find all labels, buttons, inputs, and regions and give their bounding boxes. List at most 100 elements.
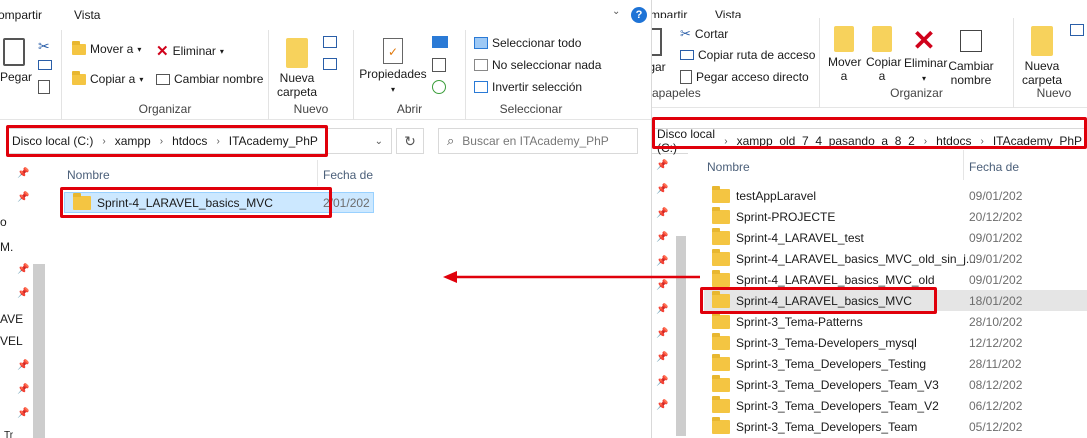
chevron-right-icon[interactable]: › [720, 136, 731, 147]
nav-item[interactable]: M. [0, 240, 13, 254]
nav-scrollbar-thumb[interactable] [33, 264, 45, 438]
nav-item[interactable]: Tr [4, 430, 13, 438]
list-item[interactable]: Sprint-3_Tema_Developers_Team_V2 06/12/20… [704, 395, 1087, 416]
file-date: 05/12/202 [969, 419, 1023, 434]
nav-item[interactable]: o [0, 215, 7, 229]
clipboard-icon [652, 28, 662, 56]
nav-item[interactable]: VEL [0, 334, 23, 348]
copy-to-label: Copiar a [90, 72, 136, 86]
file-date: 20/12/202 [969, 209, 1023, 224]
breadcrumb-xampp[interactable]: xampp [110, 134, 156, 148]
chevron-right-icon[interactable]: › [920, 136, 931, 147]
nav-item[interactable]: AVE [0, 312, 23, 326]
new-folder-button[interactable]: Nueva carpeta [1022, 26, 1062, 87]
breadcrumb-htdocs[interactable]: htdocs [167, 134, 212, 148]
delete-button[interactable]: ✕ Eliminar ▾ [904, 26, 947, 86]
ribbon-tabs: ompartir Vista ⌄ ? [0, 0, 651, 30]
breadcrumb-disk[interactable]: Disco local (C:) [7, 134, 98, 148]
cut-icon[interactable]: ✂ [38, 38, 50, 55]
list-item[interactable]: Sprint-3_Tema_Developers_Team 05/12/202 [704, 416, 1087, 437]
rename-button[interactable]: Cambiar nombre [156, 72, 263, 86]
chevron-down-icon[interactable]: ⌄ [612, 6, 620, 17]
breadcrumb-itacademy[interactable]: ITAcademy_PhP [224, 134, 323, 148]
list-item[interactable]: Sprint-3_Tema-Patterns 28/10/202 [704, 311, 1087, 332]
column-header-date[interactable]: Fecha de [323, 168, 373, 182]
column-header-name[interactable]: Nombre [707, 160, 750, 174]
nav-scrollbar-thumb[interactable] [676, 236, 686, 436]
search-icon: ⌕ [447, 133, 455, 148]
breadcrumb-xampp-old[interactable]: xampp_old_7_4_pasando_a_8_2 [732, 134, 920, 148]
arrow-left-icon [443, 271, 700, 283]
cut-button[interactable]: ✂ Cortar [680, 26, 728, 42]
folder-icon [712, 248, 730, 266]
paste-button[interactable]: gar [652, 28, 668, 74]
chevron-right-icon[interactable]: › [156, 136, 167, 147]
new-group-label: Nuevo [293, 102, 329, 116]
rename-button[interactable]: Cambiar nombre [946, 26, 996, 87]
column-header-date[interactable]: Fecha de [969, 160, 1019, 174]
copy-to-label: Copiar a [866, 55, 902, 83]
delete-button[interactable]: ✕ Eliminar ▾ [156, 42, 224, 60]
new-item-icon[interactable] [323, 36, 337, 48]
help-icon[interactable]: ? [631, 7, 647, 23]
column-divider[interactable] [317, 160, 318, 186]
copy-path-icon [680, 50, 694, 60]
paste-button[interactable]: Pegar [0, 38, 32, 84]
select-none-label: No seleccionar nada [492, 58, 602, 72]
move-to-button[interactable]: Mover a [826, 26, 862, 83]
folder-icon [712, 227, 730, 245]
list-item[interactable]: Sprint-3_Tema_Developers_Testing 28/11/20… [704, 353, 1087, 374]
address-bar[interactable]: Disco local (C:) › xampp › htdocs › ITAc… [6, 128, 392, 154]
new-folder-icon [286, 38, 308, 68]
column-header-name[interactable]: Nombre [67, 168, 110, 182]
navigation-pane[interactable]: 📌 📌 📌 📌 📌 📌 📌 📌 📌 📌 📌 [652, 160, 688, 438]
select-all-label: Seleccionar todo [492, 36, 582, 50]
paste-shortcut-button[interactable]: Pegar acceso directo [680, 70, 809, 84]
new-folder-button[interactable]: Nueva carpeta [277, 38, 317, 99]
list-item[interactable]: Sprint-4_LARAVEL_basics_MVC_old_sin_j...… [704, 248, 1087, 269]
list-item[interactable]: Sprint-3_Tema-Developers_mysql 12/12/202 [704, 332, 1087, 353]
file-date: 18/01/202 [969, 293, 1023, 308]
select-all-button[interactable]: Seleccionar todo [474, 36, 581, 50]
list-item[interactable]: Sprint-4_LARAVEL_basics_MVC_old 09/01/202 [704, 269, 1087, 290]
easy-access-icon[interactable] [323, 58, 337, 70]
folder-icon [712, 311, 730, 329]
paste-shortcut-icon [680, 70, 692, 84]
list-item[interactable]: Sprint-4_LARAVEL_test 09/01/202 [704, 227, 1087, 248]
breadcrumb-itacademy[interactable]: ITAcademy_PhP [988, 134, 1087, 148]
tab-vista[interactable]: Vista [74, 8, 100, 22]
open-icon[interactable] [432, 36, 448, 48]
move-to-button[interactable]: Mover a ▾ [72, 40, 141, 56]
refresh-button[interactable]: ↻ [396, 128, 424, 154]
list-item[interactable]: Sprint-PROJECTE 20/12/202 [704, 206, 1087, 227]
list-item[interactable]: Sprint-4_LARAVEL_basics_MVC 2/01/202 [64, 192, 374, 213]
move-to-label: Mover a [90, 42, 134, 56]
breadcrumb-htdocs[interactable]: htdocs [931, 134, 976, 148]
list-item[interactable]: Sprint-4_LARAVEL_basics_MVC 18/01/202 [704, 290, 1087, 311]
invert-selection-button[interactable]: Invertir selección [474, 80, 582, 94]
properties-button[interactable]: ✓ Propiedades ▾ [358, 38, 428, 97]
tab-compartir[interactable]: ompartir [0, 8, 42, 22]
list-item[interactable]: testAppLaravel 09/01/202 [704, 185, 1087, 206]
edit-icon[interactable] [432, 58, 446, 72]
select-none-button[interactable]: No seleccionar nada [474, 58, 601, 72]
column-divider[interactable] [963, 150, 964, 180]
chevron-down-icon[interactable]: ⌄ [375, 136, 383, 147]
chevron-right-icon[interactable]: › [212, 136, 223, 147]
chevron-right-icon[interactable]: › [977, 136, 988, 147]
history-icon[interactable] [432, 80, 446, 94]
copy-to-button[interactable]: Copiar a [864, 26, 902, 83]
navigation-pane[interactable]: 📌 📌 o M. 📌 📌 AVE VEL 📌 📌 📌 Tr [0, 160, 47, 438]
rename-label: Cambiar nombre [174, 72, 264, 86]
new-item-icon[interactable] [1070, 24, 1084, 36]
copy-path-icon[interactable] [38, 60, 52, 70]
left-explorer-window: ompartir Vista ⌄ ? Pegar ✂ Mover a ▾ Copi… [0, 0, 652, 438]
copy-to-button[interactable]: Copiar a ▾ [72, 70, 143, 86]
pin-icon: 📌 [17, 168, 30, 179]
copy-path-button[interactable]: Copiar ruta de acceso [680, 48, 815, 62]
paste-shortcut-icon[interactable] [38, 80, 50, 94]
search-box[interactable]: ⌕ Buscar en ITAcademy_PhP [438, 128, 638, 154]
pin-icon: 📌 [656, 160, 669, 171]
chevron-right-icon[interactable]: › [98, 136, 109, 147]
list-item[interactable]: Sprint-3_Tema_Developers_Team_V3 08/12/20… [704, 374, 1087, 395]
